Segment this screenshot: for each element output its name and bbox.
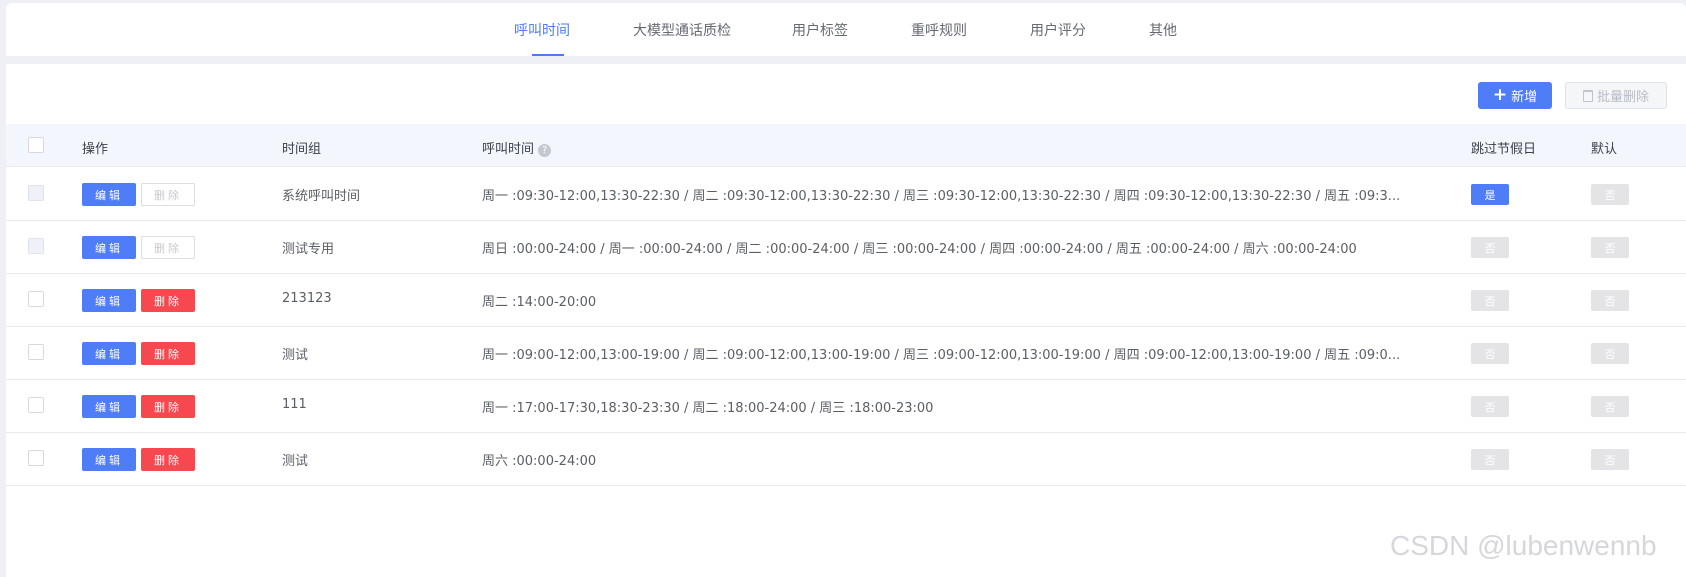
plus-icon: +	[1492, 85, 1508, 105]
skip-holiday-tag: 否	[1471, 343, 1509, 364]
header-time-group: 时间组	[282, 142, 322, 157]
watermark: CSDN @lubenwennb	[1390, 530, 1657, 561]
default-tag: 否	[1591, 290, 1629, 311]
edit-button[interactable]: 编辑	[82, 183, 136, 206]
row-checkbox[interactable]	[28, 185, 44, 201]
call-time-cell: 周一 :17:00-17:30,18:30-23:30 / 周二 :18:00-…	[482, 401, 934, 416]
edit-button[interactable]: 编辑	[82, 448, 136, 471]
tab-user-tags[interactable]: 用户标签	[792, 20, 848, 40]
header-call-time: 呼叫时间?	[482, 138, 552, 157]
table-row: 编辑 删除 测试 周一 :09:00-12:00,13:00-19:00 / 周…	[6, 327, 1686, 380]
table-row: 编辑 删除 213123 周二 :14:00-20:00 否 否	[6, 274, 1686, 327]
table-row: 编辑 删除 111 周一 :17:00-17:30,18:30-23:30 / …	[6, 380, 1686, 433]
edit-button[interactable]: 编辑	[82, 236, 136, 259]
tab-call-time[interactable]: 呼叫时间	[514, 20, 570, 40]
table-row: 编辑 删除 测试专用 周日 :00:00-24:00 / 周一 :00:00-2…	[6, 221, 1686, 274]
edit-button[interactable]: 编辑	[82, 342, 136, 365]
edit-button[interactable]: 编辑	[82, 289, 136, 312]
call-time-cell: 周六 :00:00-24:00	[482, 454, 597, 469]
skip-holiday-tag: 否	[1471, 396, 1509, 417]
call-time-cell: 周一 :09:30-12:00,13:30-22:30 / 周二 :09:30-…	[482, 189, 1401, 204]
skip-holiday-tag: 是	[1471, 184, 1509, 205]
time-group-cell: 测试专用	[282, 242, 335, 257]
tab-user-score[interactable]: 用户评分	[1030, 20, 1086, 40]
edit-button[interactable]: 编辑	[82, 395, 136, 418]
default-tag: 否	[1591, 184, 1629, 205]
trash-icon	[1582, 89, 1593, 102]
row-checkbox[interactable]	[28, 344, 44, 360]
delete-button[interactable]: 删除	[141, 289, 195, 312]
time-group-cell: 系统呼叫时间	[282, 189, 361, 204]
time-group-cell: 测试	[282, 454, 309, 469]
delete-button[interactable]: 删除	[141, 183, 195, 206]
delete-button[interactable]: 删除	[141, 236, 195, 259]
skip-holiday-tag: 否	[1471, 449, 1509, 470]
tab-bar: 呼叫时间 大模型通话质检 用户标签 重呼规则 用户评分 其他	[6, 3, 1686, 56]
default-tag: 否	[1591, 237, 1629, 258]
row-checkbox[interactable]	[28, 238, 44, 254]
table-row: 编辑 删除 系统呼叫时间 周一 :09:30-12:00,13:30-22:30…	[6, 168, 1686, 221]
delete-button[interactable]: 删除	[141, 448, 195, 471]
delete-button[interactable]: 删除	[141, 342, 195, 365]
skip-holiday-tag: 否	[1471, 237, 1509, 258]
batch-delete-button[interactable]: 批量删除	[1565, 82, 1667, 109]
call-time-cell: 周二 :14:00-20:00	[482, 295, 597, 310]
row-checkbox[interactable]	[28, 450, 44, 466]
header-call-time-label: 呼叫时间	[482, 142, 535, 157]
delete-button[interactable]: 删除	[141, 395, 195, 418]
time-group-cell: 111	[282, 397, 307, 412]
skip-holiday-tag: 否	[1471, 290, 1509, 311]
default-tag: 否	[1591, 396, 1629, 417]
table-header: 操作 时间组 呼叫时间? 跳过节假日 默认	[6, 124, 1686, 167]
active-tab-indicator	[532, 54, 564, 56]
time-group-cell: 测试	[282, 348, 309, 363]
add-button[interactable]: + 新增	[1478, 82, 1552, 109]
tab-recall-rules[interactable]: 重呼规则	[911, 20, 967, 40]
tabs-card: 呼叫时间 大模型通话质检 用户标签 重呼规则 用户评分 其他	[6, 3, 1686, 56]
tab-other[interactable]: 其他	[1149, 20, 1177, 40]
default-tag: 否	[1591, 449, 1629, 470]
time-group-cell: 213123	[282, 291, 332, 306]
row-checkbox[interactable]	[28, 397, 44, 413]
add-button-label: 新增	[1511, 90, 1538, 105]
call-time-cell: 周日 :00:00-24:00 / 周一 :00:00-24:00 / 周二 :…	[482, 242, 1357, 257]
default-tag: 否	[1591, 343, 1629, 364]
tab-llm-quality-check[interactable]: 大模型通话质检	[633, 20, 731, 40]
header-skip-holiday: 跳过节假日	[1471, 142, 1537, 157]
header-default: 默认	[1591, 142, 1618, 157]
call-time-cell: 周一 :09:00-12:00,13:00-19:00 / 周二 :09:00-…	[482, 348, 1401, 363]
row-checkbox[interactable]	[28, 291, 44, 307]
help-icon[interactable]: ?	[538, 144, 552, 157]
table-row: 编辑 删除 测试 周六 :00:00-24:00 否 否	[6, 433, 1686, 486]
header-action: 操作	[82, 142, 109, 157]
batch-delete-label: 批量删除	[1596, 90, 1649, 105]
select-all-checkbox[interactable]	[28, 137, 44, 153]
